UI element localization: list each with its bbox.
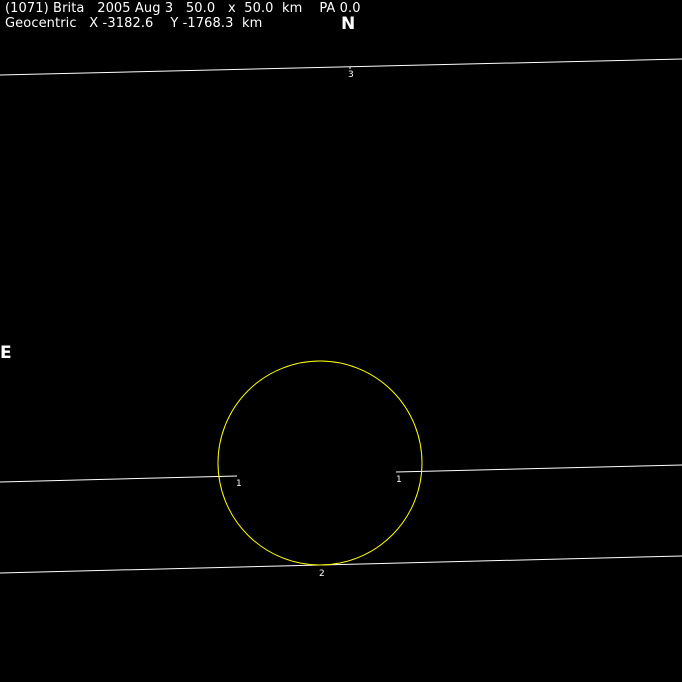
chord-1-left-segment	[0, 475, 238, 483]
chord-3-line	[0, 58, 682, 76]
asteroid-profile-ellipse	[217, 360, 423, 566]
chord-1-right-label: 1	[396, 475, 402, 485]
chord-2-line	[0, 555, 682, 574]
chord-3-label: 3	[348, 70, 354, 80]
chord-1-right-segment	[395, 464, 682, 473]
chord-1-left-label: 1	[236, 479, 242, 489]
occultation-plot: 3 1 1 2	[0, 58, 682, 579]
chord-2-label: 2	[319, 569, 325, 579]
